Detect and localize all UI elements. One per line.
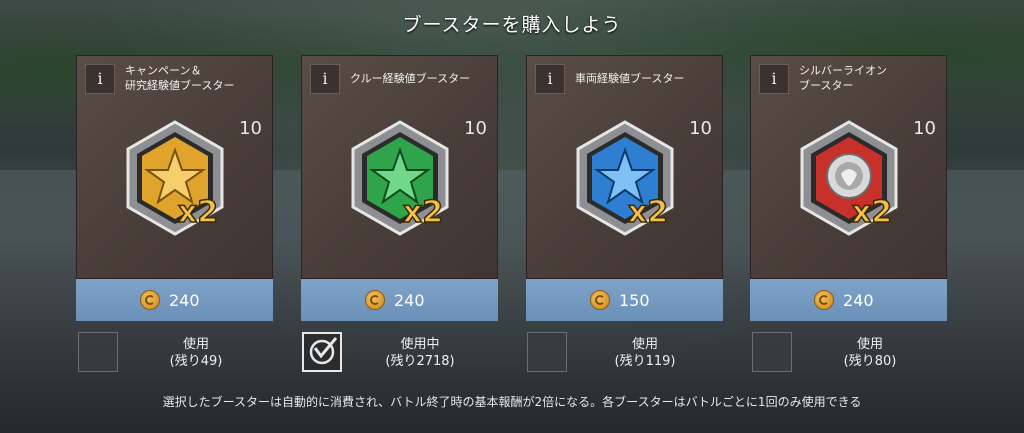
- gold-coin-icon: [814, 290, 834, 310]
- multiplier-label: x2: [852, 195, 892, 230]
- use-label: 使用: [631, 337, 658, 352]
- gold-coin-icon: [590, 290, 610, 310]
- card-body: i 車両経験値ブースター 10 x2: [526, 55, 723, 279]
- booster-count: 10: [913, 118, 936, 139]
- use-label: 使用中: [400, 337, 440, 352]
- card-name-line1: シルバーライオン: [799, 64, 887, 77]
- gold-star-badge-icon: x2: [126, 120, 224, 236]
- remaining-label: (残り80): [843, 354, 897, 369]
- card-body: i シルバーライオン ブースター 10 x2: [750, 55, 947, 279]
- use-label: 使用: [856, 337, 883, 352]
- info-button[interactable]: i: [535, 64, 565, 94]
- blue-star-badge-icon: x2: [576, 120, 674, 236]
- use-status-vehicle: 使用 (残り119): [585, 336, 705, 370]
- booster-card-silver-lion[interactable]: i シルバーライオン ブースター 10 x2 240: [750, 55, 947, 321]
- card-name: キャンペーン＆ 研究経験値ブースター: [125, 63, 270, 93]
- card-name: 車両経験値ブースター: [575, 71, 720, 86]
- card-body: i キャンペーン＆ 研究経験値ブースター 10 x2: [76, 55, 273, 279]
- green-star-badge-icon: x2: [351, 120, 449, 236]
- price-label: 240: [169, 290, 200, 310]
- card-name: シルバーライオン ブースター: [799, 63, 944, 93]
- price-label: 240: [394, 290, 425, 310]
- multiplier-label: x2: [178, 195, 218, 230]
- card-name-line2: ブースター: [799, 79, 854, 92]
- booster-count: 10: [464, 118, 487, 139]
- multiplier-label: x2: [403, 195, 443, 230]
- gold-coin-icon: [365, 290, 385, 310]
- use-label: 使用: [182, 337, 209, 352]
- booster-card-campaign[interactable]: i キャンペーン＆ 研究経験値ブースター 10 x2 240: [76, 55, 273, 321]
- card-name-line1: 車両経験値ブースター: [575, 72, 685, 85]
- booster-count: 10: [689, 118, 712, 139]
- buy-button[interactable]: 150: [526, 279, 723, 321]
- use-checkbox-silver-lion[interactable]: [752, 332, 792, 372]
- card-body: i クルー経験値ブースター 10 x2: [301, 55, 498, 279]
- info-button[interactable]: i: [759, 64, 789, 94]
- use-status-crew: 使用中 (残り2718): [360, 336, 480, 370]
- price-label: 150: [619, 290, 650, 310]
- buy-button[interactable]: 240: [750, 279, 947, 321]
- multiplier-label: x2: [628, 195, 668, 230]
- booster-card-crew[interactable]: i クルー経験値ブースター 10 x2 240: [301, 55, 498, 321]
- info-button[interactable]: i: [310, 64, 340, 94]
- card-name: クルー経験値ブースター: [350, 71, 495, 86]
- info-button[interactable]: i: [85, 64, 115, 94]
- checkmark-icon: [309, 337, 338, 365]
- booster-card-vehicle[interactable]: i 車両経験値ブースター 10 x2 150: [526, 55, 723, 321]
- gold-coin-icon: [140, 290, 160, 310]
- remaining-label: (残り119): [614, 354, 676, 369]
- booster-count: 10: [239, 118, 262, 139]
- use-status-silver-lion: 使用 (残り80): [810, 336, 930, 370]
- footer-description: 選択したブースターは自動的に消費され、バトル終了時の基本報酬が2倍になる。各ブー…: [162, 395, 862, 409]
- card-name-line2: 研究経験値ブースター: [125, 79, 235, 92]
- page-title: ブースターを購入しよう: [402, 14, 622, 36]
- remaining-label: (残り49): [169, 354, 223, 369]
- silver-lion-badge-icon: x2: [800, 120, 898, 236]
- use-checkbox-campaign[interactable]: [78, 332, 118, 372]
- buy-button[interactable]: 240: [76, 279, 273, 321]
- use-checkbox-crew[interactable]: [302, 332, 342, 372]
- price-label: 240: [843, 290, 874, 310]
- card-name-line1: クルー経験値ブースター: [350, 72, 471, 85]
- use-status-campaign: 使用 (残り49): [136, 336, 256, 370]
- remaining-label: (残り2718): [385, 354, 455, 369]
- use-checkbox-vehicle[interactable]: [527, 332, 567, 372]
- card-name-line1: キャンペーン＆: [125, 64, 202, 77]
- buy-button[interactable]: 240: [301, 279, 498, 321]
